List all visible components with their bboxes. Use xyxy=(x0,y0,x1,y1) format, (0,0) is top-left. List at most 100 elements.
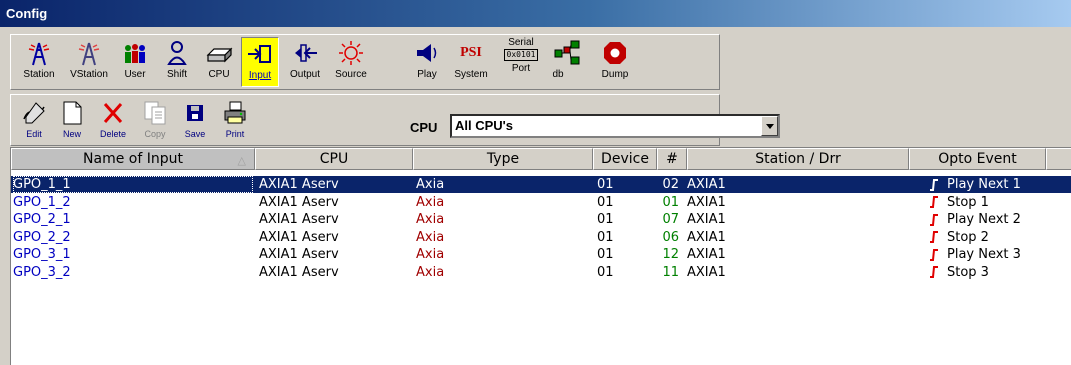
cell-device: 01 xyxy=(597,177,614,192)
cell-name: GPO_3_1 xyxy=(13,247,71,262)
cpu-button[interactable]: CPU xyxy=(199,37,239,87)
table-row[interactable]: GPO_2_2 AXIA1 Aserv Axia 01 06 AXIA1 Stop 2 xyxy=(11,229,1071,246)
edit-label: Edit xyxy=(26,129,42,139)
column-header-name[interactable]: Name of Input △ xyxy=(11,148,255,170)
source-button[interactable]: Source xyxy=(329,37,373,87)
opto-pulse-icon xyxy=(930,178,938,191)
window-title: Config xyxy=(0,0,1071,27)
cell-number: 12 xyxy=(662,247,679,262)
shift-button[interactable]: Shift xyxy=(157,37,197,87)
cell-station: AXIA1 xyxy=(687,264,726,280)
table-row[interactable]: GPO_2_1 AXIA1 Aserv Axia 01 07 AXIA1 Play Next… xyxy=(11,211,1071,228)
output-button[interactable]: Output xyxy=(283,37,327,87)
cpu-box-icon xyxy=(206,47,233,63)
opto-pulse-icon xyxy=(930,266,938,278)
dump-button[interactable]: Dump xyxy=(593,37,637,87)
cell-cpu: AXIA1 Aserv xyxy=(259,212,339,227)
db-label: db xyxy=(552,69,564,80)
cell-type: Axia xyxy=(416,212,445,227)
cpu-filter-dropdown-button[interactable] xyxy=(761,116,778,136)
copy-documents-icon xyxy=(144,101,166,125)
edit-button[interactable]: Edit xyxy=(17,97,51,147)
cell-opto-event: Stop 2 xyxy=(929,229,989,246)
delete-button[interactable]: Delete xyxy=(93,97,133,147)
output-label: Output xyxy=(289,69,321,80)
table-row[interactable]: GPO_3_2 AXIA1 Aserv Axia 01 11 AXIA1 Stop 3 xyxy=(11,264,1071,281)
column-header-cpu[interactable]: CPU xyxy=(255,148,413,170)
user-button[interactable]: User xyxy=(115,37,155,87)
cell-number: 01 xyxy=(662,194,679,210)
edit-pen-icon xyxy=(23,102,45,124)
table-row[interactable]: GPO_1_2 AXIA1 Aserv Axia 01 01 AXIA1 Stop 1 xyxy=(11,194,1071,211)
station-button[interactable]: Station xyxy=(15,37,63,87)
cell-type: Axia xyxy=(416,264,445,280)
cell-name: GPO_1_2 xyxy=(13,194,71,210)
vstation-button[interactable]: VStation xyxy=(65,37,113,87)
table-row[interactable]: GPO_1_1 AXIA1 Aserv Axia 01 02 AXIA1 Play Next… xyxy=(11,176,1071,193)
dump-stop-icon xyxy=(604,42,626,64)
system-button[interactable]: PSI System xyxy=(447,37,495,87)
cell-device: 01 xyxy=(597,264,614,280)
port-label: Port xyxy=(511,63,531,74)
cell-device: 01 xyxy=(597,212,614,227)
output-arrow-icon xyxy=(295,44,317,62)
opto-event-label: Stop 3 xyxy=(947,264,989,280)
print-button[interactable]: Print xyxy=(217,97,253,147)
cell-name: GPO_1_1 xyxy=(13,176,253,193)
cell-type: Axia xyxy=(416,177,445,192)
play-button[interactable]: Play xyxy=(409,37,445,87)
cell-device: 01 xyxy=(597,194,614,210)
cell-opto-event: Play Next 2 xyxy=(929,211,1021,228)
opto-event-label: Play Next 3 xyxy=(947,247,1021,262)
column-header-type[interactable]: Type xyxy=(413,148,593,170)
column-header-name-label: Name of Input xyxy=(83,151,183,167)
cell-number: 02 xyxy=(662,177,679,192)
source-label: Source xyxy=(335,69,367,80)
dump-label: Dump xyxy=(601,69,629,80)
cell-number: 07 xyxy=(662,212,679,227)
printer-icon xyxy=(224,101,246,124)
main-toolbar: Station VStation User Shift CPU Input Ou… xyxy=(10,34,720,90)
cell-opto-event: Stop 1 xyxy=(929,194,989,211)
cell-number: 06 xyxy=(662,229,679,245)
cell-cpu: AXIA1 Aserv xyxy=(259,229,339,245)
cell-station: AXIA1 xyxy=(687,229,726,245)
input-button[interactable]: Input xyxy=(241,37,279,87)
cell-type: Axia xyxy=(416,229,445,245)
inputs-table: Name of Input △ CPU Type Device # Statio… xyxy=(10,147,1071,365)
play-label: Play xyxy=(417,69,437,80)
cell-opto-event: Play Next 1 xyxy=(929,176,1021,193)
opto-event-label: Play Next 2 xyxy=(947,212,1021,227)
input-arrow-icon xyxy=(248,45,271,63)
cpu-filter-value: All CPU's xyxy=(455,118,513,133)
cell-device: 01 xyxy=(597,247,614,262)
opto-event-label: Stop 1 xyxy=(947,194,989,210)
column-header-opto-event[interactable]: Opto Event xyxy=(909,148,1046,170)
save-button[interactable]: Save xyxy=(177,97,213,147)
cell-type: Axia xyxy=(416,194,445,210)
opto-pulse-icon xyxy=(930,248,938,261)
psi-logo-icon: PSI xyxy=(460,45,482,60)
vstation-label: VStation xyxy=(70,69,108,80)
serial-label: Serial xyxy=(508,37,534,48)
cpu-filter-select[interactable]: All CPU's xyxy=(450,114,780,138)
cpu-filter-label: CPU xyxy=(410,120,438,135)
column-header-station[interactable]: Station / Drr xyxy=(687,148,909,170)
cell-number: 11 xyxy=(662,264,679,280)
column-header-filler xyxy=(1046,148,1071,170)
new-document-icon xyxy=(63,101,82,125)
cell-type: Axia xyxy=(416,247,445,262)
serial-port-button[interactable]: Serial 0x0101 Port xyxy=(499,37,543,87)
table-row[interactable]: GPO_3_1 AXIA1 Aserv Axia 01 12 AXIA1 Play Next… xyxy=(11,246,1071,263)
cell-station: AXIA1 xyxy=(687,177,726,192)
copy-button[interactable]: Copy xyxy=(137,97,173,147)
db-button[interactable]: db xyxy=(545,37,589,87)
column-header-number[interactable]: # xyxy=(657,148,687,170)
column-header-device[interactable]: Device xyxy=(593,148,657,170)
play-megaphone-icon xyxy=(417,44,437,62)
opto-pulse-icon xyxy=(930,196,938,208)
opto-event-label: Stop 2 xyxy=(947,229,989,245)
opto-pulse-icon xyxy=(930,213,938,226)
new-button[interactable]: New xyxy=(55,97,89,147)
source-burst-icon xyxy=(339,41,363,65)
